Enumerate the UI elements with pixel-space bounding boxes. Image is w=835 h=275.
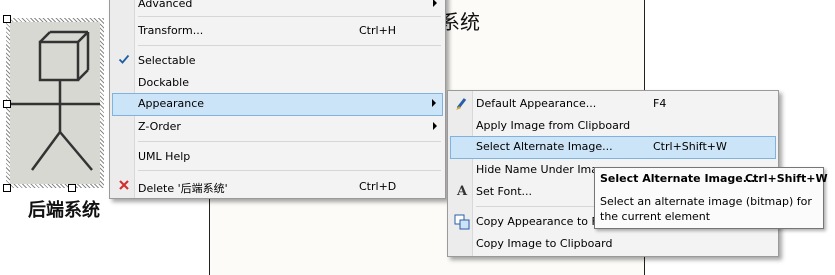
menu-item-label: Copy Image to Clipboard — [476, 237, 613, 250]
menu-item-shortcut: Ctrl+H — [359, 24, 397, 37]
boundary-title: 系统 — [440, 10, 480, 34]
menu-item-dockable[interactable]: Dockable — [112, 72, 443, 93]
menu-item-selectable[interactable]: Selectable — [112, 50, 443, 71]
menu-item-appearance[interactable]: Appearance — [112, 93, 443, 116]
submenu-arrow-icon — [433, 122, 437, 130]
submenu-arrow-icon — [432, 99, 436, 107]
menu-item-transform[interactable]: Transform... Ctrl+H — [112, 20, 443, 41]
menu-item-advanced[interactable]: Advanced — [112, 0, 443, 14]
menu-item-shortcut: F4 — [653, 97, 667, 110]
menu-item-label: UML Help — [138, 150, 191, 163]
resize-handle[interactable] — [3, 184, 11, 192]
menu-item-label: Z-Order — [138, 120, 181, 133]
tooltip: Select Alternate Image... Ctrl+Shift+W S… — [594, 167, 828, 229]
resize-handle[interactable] — [68, 184, 76, 192]
menu-item-uml-help[interactable]: UML Help — [112, 146, 443, 167]
menu-item-label: Copy Appearance to F — [476, 215, 598, 228]
tooltip-title: Select Alternate Image... — [600, 172, 756, 185]
font-icon: A — [456, 184, 468, 199]
resize-handle[interactable] — [3, 15, 11, 23]
resize-handle[interactable] — [3, 100, 11, 108]
menu-item-label: Delete '后端系统' — [138, 182, 228, 195]
menu-item-apply-image-from-clipboard[interactable]: Apply Image from Clipboard — [450, 115, 776, 136]
menu-item-shortcut: Ctrl+Shift+W — [653, 140, 727, 153]
checkmark-icon — [116, 53, 132, 69]
menu-separator — [138, 45, 441, 46]
paint-brush-icon — [454, 96, 470, 112]
menu-item-label: Transform... — [138, 24, 204, 37]
copy-appearance-icon — [454, 214, 470, 230]
menu-item-shortcut: Ctrl+D — [359, 180, 397, 193]
tooltip-description: Select an alternate image (bitmap) for t… — [600, 195, 812, 223]
menu-item-label: Selectable — [138, 54, 196, 67]
menu-separator — [138, 170, 441, 171]
context-menu: Advanced Transform... Ctrl+H Selectable … — [109, 0, 446, 199]
menu-item-default-appearance[interactable]: Default Appearance... F4 — [450, 93, 776, 114]
menu-item-copy-image-to-clipboard[interactable]: Copy Image to Clipboard — [450, 233, 776, 254]
delete-icon — [116, 179, 132, 195]
menu-item-label: Apply Image from Clipboard — [476, 119, 631, 132]
menu-item-delete[interactable]: Delete '后端系统' Ctrl+D — [112, 176, 443, 197]
menu-item-z-order[interactable]: Z-Order — [112, 116, 443, 137]
menu-item-label: Appearance — [138, 97, 205, 110]
menu-item-label: Set Font... — [476, 185, 532, 198]
tooltip-shortcut: Ctrl+Shift+W — [745, 172, 828, 185]
submenu-arrow-icon — [433, 0, 437, 7]
menu-item-label: Default Appearance... — [476, 97, 597, 110]
menu-item-select-alternate-image[interactable]: Select Alternate Image... Ctrl+Shift+W — [450, 136, 776, 159]
element-label: 后端系统 — [28, 200, 100, 221]
menu-item-label: Select Alternate Image... — [476, 140, 613, 153]
menu-item-label: Dockable — [138, 76, 189, 89]
menu-separator — [138, 16, 441, 17]
menu-item-label: Advanced — [138, 0, 193, 10]
menu-item-label: Hide Name Under Image — [476, 163, 612, 176]
menu-separator — [138, 141, 441, 142]
selected-element[interactable] — [6, 18, 104, 188]
element-image — [10, 22, 100, 184]
